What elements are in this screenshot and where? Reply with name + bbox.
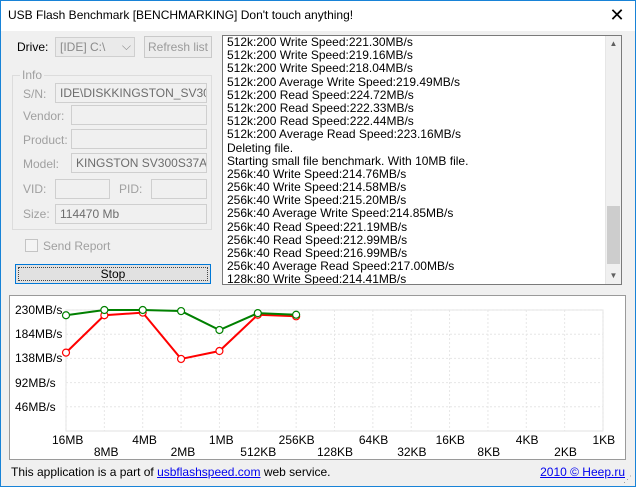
- footer-text: This application is a part of usbflashsp…: [11, 465, 331, 479]
- data-point: [138, 305, 147, 315]
- log-textbox[interactable]: 512k:200 Write Speed:221.30MB/s 512k:200 …: [222, 35, 622, 285]
- scroll-thumb[interactable]: [607, 206, 620, 264]
- data-point: [215, 346, 224, 356]
- log-line: 256k:40 Read Speed:221.19MB/s: [227, 219, 408, 234]
- resize-grip-icon[interactable]: ⋰: [623, 474, 633, 484]
- log-line: 128k:80 Write Speed:214.41MB/s: [227, 272, 407, 285]
- data-point: [100, 305, 109, 315]
- data-point: [215, 325, 224, 335]
- close-icon[interactable]: ✕: [605, 4, 629, 28]
- data-point: [292, 310, 301, 319]
- x-tick-label: 512KB: [240, 445, 277, 459]
- drive-label: Drive:: [17, 40, 49, 54]
- x-tick-label: 16MB: [52, 433, 84, 447]
- x-tick-label: 128KB: [317, 445, 354, 459]
- log-line: Starting small file benchmark. With 10MB…: [227, 153, 469, 168]
- vendor-field: [71, 105, 207, 125]
- sn-field: IDE\DISKKINGSTON_SV300S37A120G: [55, 83, 207, 103]
- x-tick-label: 1MB: [208, 433, 234, 447]
- size-label: Size:: [23, 207, 50, 221]
- log-lines: 512k:200 Write Speed:221.30MB/s 512k:200 …: [227, 36, 469, 285]
- x-tick-label: 2KB: [554, 445, 577, 459]
- scroll-down-icon[interactable]: ▼: [606, 268, 621, 284]
- data-point: [61, 311, 71, 320]
- x-tick-label: 2MB: [170, 445, 196, 459]
- copyright: 2010 © Heep.ru: [540, 465, 625, 479]
- y-tick-label: 230MB/s: [15, 303, 63, 317]
- window-title: USB Flash Benchmark [BENCHMARKING] Don't…: [8, 8, 354, 22]
- log-line: 512k:200 Write Speed:218.04MB/s: [227, 61, 413, 76]
- vendor-label: Vendor:: [23, 109, 65, 123]
- footer-text-before: This application is a part of: [11, 465, 158, 479]
- send-report-checkbox[interactable]: [25, 239, 38, 252]
- vid-field: [55, 179, 110, 199]
- y-tick-label: 46MB/s: [15, 399, 56, 414]
- x-tick-label: 1KB: [592, 433, 616, 447]
- vid-label: VID:: [23, 182, 47, 196]
- data-point: [253, 309, 262, 318]
- log-line: 512k:200 Read Speed:224.72MB/s: [227, 87, 414, 102]
- size-field: 114470 Mb: [55, 204, 207, 224]
- model-label: Model:: [23, 157, 60, 171]
- x-tick-label: 32KB: [397, 445, 427, 459]
- copyright-link[interactable]: 2010 © Heep.ru: [540, 465, 625, 479]
- refresh-list-button[interactable]: Refresh list: [144, 36, 212, 58]
- x-tick-label: 256KB: [278, 433, 315, 447]
- model-field: KINGSTON SV300S37A120G: [71, 153, 207, 173]
- sn-label: S/N:: [23, 87, 47, 101]
- pid-field: [151, 179, 207, 199]
- chevron-down-icon: ⌵: [121, 39, 131, 53]
- x-tick-label: 16KB: [435, 433, 465, 447]
- footer-text-after: web service.: [260, 465, 331, 479]
- drive-select[interactable]: [IDE] C:\ ⌵: [55, 37, 135, 57]
- info-group-title: Info: [20, 68, 45, 82]
- data-point: [61, 348, 71, 357]
- x-tick-label: 4KB: [515, 433, 539, 447]
- footer-link[interactable]: usbflashspeed.com: [157, 465, 260, 479]
- product-label: Product:: [23, 133, 68, 147]
- y-tick-label: 184MB/s: [15, 327, 63, 342]
- log-line: 512k:200 Average Write Speed:219.49MB/s: [227, 74, 461, 89]
- x-tick-label: 64KB: [358, 433, 389, 447]
- x-tick-label: 4MB: [132, 433, 157, 447]
- title-bar: USB Flash Benchmark [BENCHMARKING] Don't…: [1, 1, 635, 31]
- y-tick-label: 92MB/s: [15, 375, 56, 390]
- x-tick-label: 8MB: [93, 445, 119, 459]
- data-point: [176, 306, 186, 316]
- drive-select-value: [IDE] C:\: [60, 40, 106, 54]
- data-point: [176, 354, 186, 364]
- scroll-up-icon[interactable]: ▲: [606, 36, 621, 52]
- product-field: [71, 129, 207, 149]
- log-line: Deleting file.: [227, 140, 294, 155]
- log-line: 256k:40 Average Write Speed:214.85MB/s: [227, 206, 454, 221]
- pid-label: PID:: [119, 182, 143, 196]
- log-line: 512k:200 Average Read Speed:223.16MB/s: [227, 127, 461, 142]
- x-tick-label: 8KB: [477, 445, 501, 459]
- log-scrollbar[interactable]: ▲ ▼: [605, 36, 621, 284]
- send-report-label: Send Report: [43, 239, 111, 253]
- y-tick-label: 138MB/s: [15, 351, 63, 366]
- app-window: USB Flash Benchmark [BENCHMARKING] Don't…: [0, 0, 636, 487]
- stop-button[interactable]: Stop: [15, 264, 211, 284]
- speed-chart-panel: 230MB/s 184MB/s 138MB/s 92MB/s 46MB/s 16MB 8MB…: [9, 295, 626, 460]
